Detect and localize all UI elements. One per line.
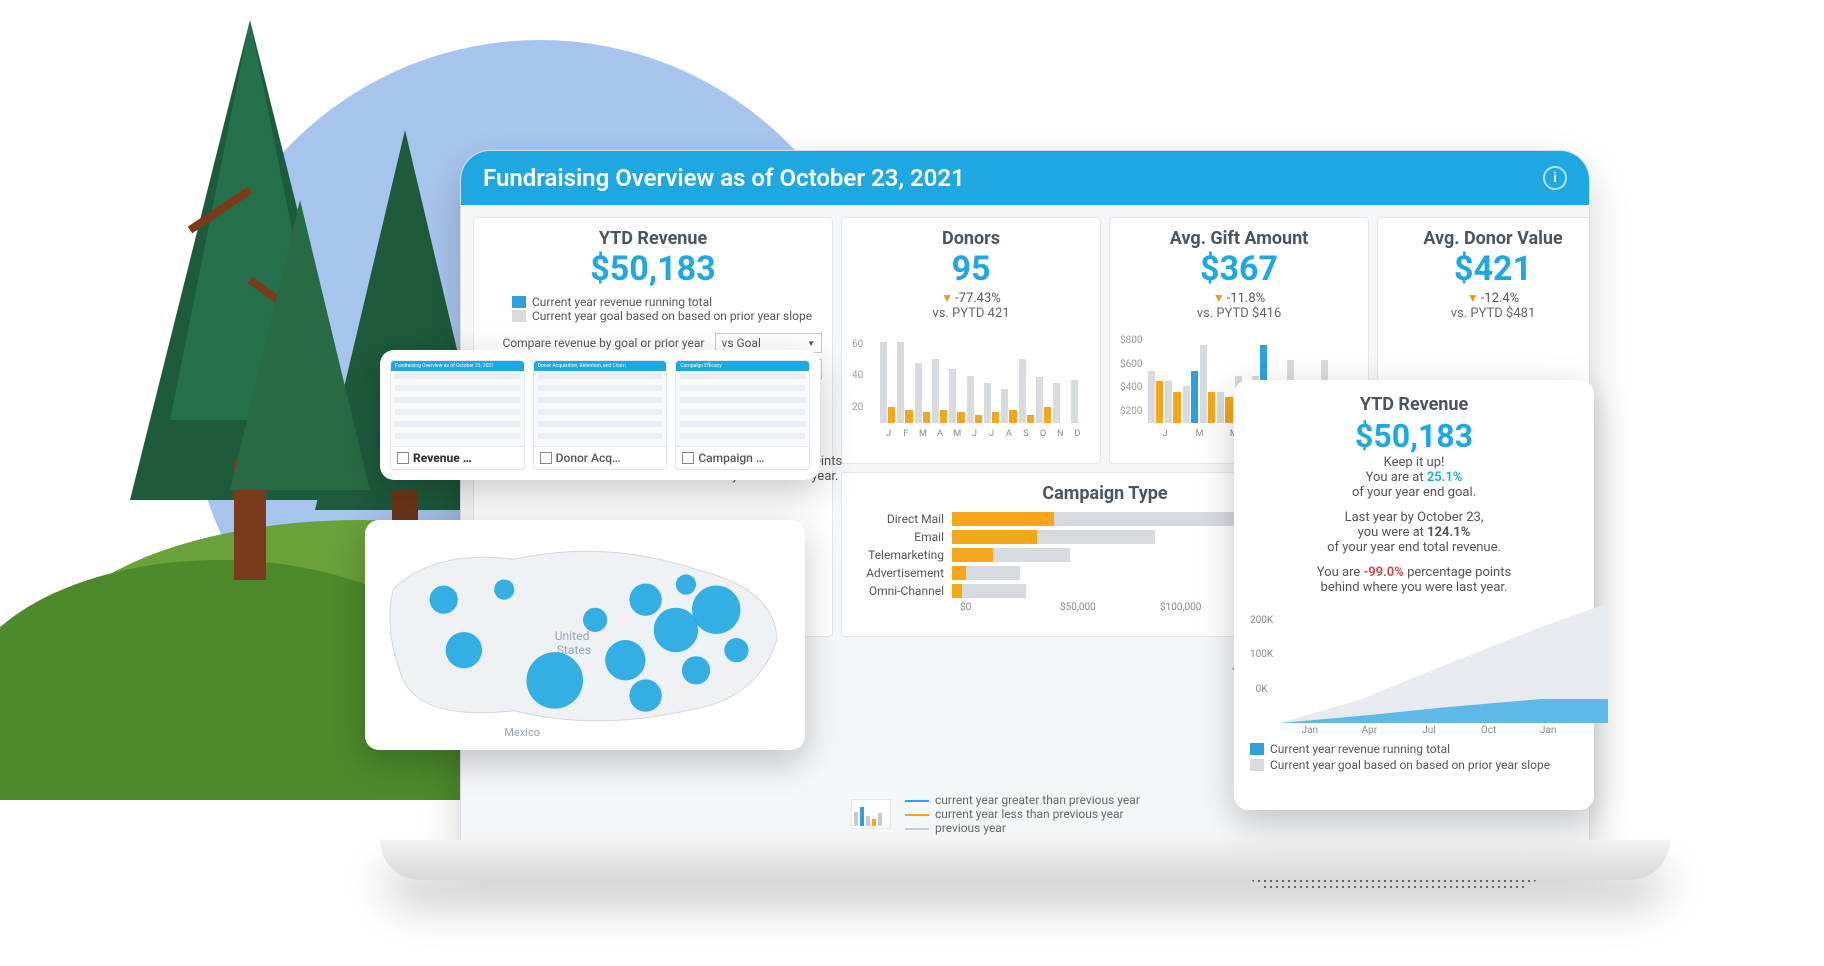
donors-chart: 604020 JFMAMJJASOND bbox=[852, 329, 1090, 439]
donors-card: Donors 95 ▼-77.43% vs. PYTD 421 604020 J… bbox=[841, 217, 1101, 464]
avg-donor-value: $421 bbox=[1388, 249, 1590, 289]
avg-donor-title: Avg. Donor Value bbox=[1388, 228, 1590, 249]
footer-legend: current year greater than previous year … bbox=[851, 793, 1140, 835]
donors-sub: vs. PYTD 421 bbox=[852, 306, 1090, 321]
footer-grey: previous year bbox=[935, 821, 1006, 835]
donors-title: Donors bbox=[852, 228, 1090, 249]
donor-map-popover[interactable]: United States Mexico bbox=[365, 520, 805, 750]
avg-donor-sub: vs. PYTD $481 bbox=[1388, 306, 1590, 321]
tab-campaign[interactable]: Campaign Efficacy Campaign … bbox=[675, 360, 810, 470]
ytd-area-chart: 200K100K0K bbox=[1250, 603, 1578, 723]
svg-text:Mexico: Mexico bbox=[504, 726, 540, 739]
compare-label: Compare revenue by goal or prior year bbox=[484, 336, 705, 350]
donors-delta: -77.43% bbox=[955, 291, 1001, 306]
tab-donor-acq[interactable]: Donor Acquisition, Retention, and Churn … bbox=[533, 360, 668, 470]
ytd-pop-value: $50,183 bbox=[1250, 417, 1578, 455]
svg-text:United: United bbox=[555, 629, 590, 643]
grid-icon bbox=[540, 452, 552, 464]
avg-gift-value: $367 bbox=[1120, 249, 1358, 289]
avg-donor-delta: -12.4% bbox=[1481, 291, 1519, 306]
footer-orange: current year less than previous year bbox=[935, 807, 1124, 821]
legend-blue: Current year revenue running total bbox=[532, 295, 712, 309]
ytd-keep: Keep it up! bbox=[1250, 455, 1578, 470]
dashboard-header: Fundraising Overview as of October 23, 2… bbox=[461, 151, 1589, 205]
info-icon[interactable]: i bbox=[1543, 166, 1567, 190]
tab-revenue[interactable]: Fundraising Overview as of October 23, 2… bbox=[390, 360, 525, 470]
avg-gift-title: Avg. Gift Amount bbox=[1120, 228, 1358, 249]
legend-thumb-icon bbox=[851, 799, 891, 829]
grid-icon bbox=[682, 452, 694, 464]
ytd-pop-title: YTD Revenue bbox=[1250, 394, 1578, 415]
footer-blue: current year greater than previous year bbox=[935, 793, 1140, 807]
avg-gift-delta: -11.8% bbox=[1227, 291, 1265, 306]
dashboard-title: Fundraising Overview as of October 23, 2… bbox=[483, 164, 1543, 192]
legend-grey: Current year goal based on based on prio… bbox=[532, 309, 812, 323]
ytd-title: YTD Revenue bbox=[484, 228, 822, 249]
grid-icon bbox=[397, 452, 409, 464]
donors-value: 95 bbox=[852, 249, 1090, 289]
ytd-revenue-popover: YTD Revenue $50,183 Keep it up! You are … bbox=[1234, 380, 1594, 810]
avg-gift-sub: vs. PYTD $416 bbox=[1120, 306, 1358, 321]
ytd-value: $50,183 bbox=[484, 249, 822, 289]
page-tabs-popover: Fundraising Overview as of October 23, 2… bbox=[380, 350, 820, 480]
